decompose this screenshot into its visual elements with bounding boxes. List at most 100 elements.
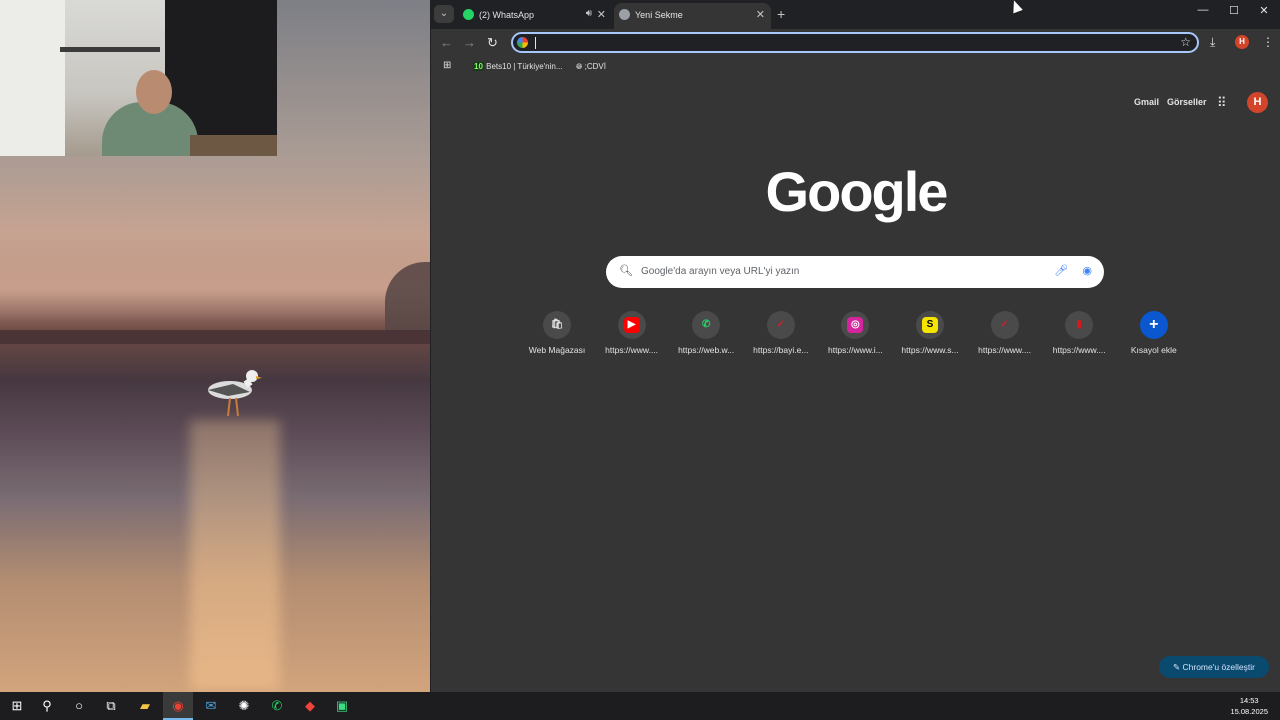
instagram-icon: ◎ — [847, 317, 864, 333]
shortcut-tile[interactable]: ✓ https://bayi.e... — [745, 311, 817, 355]
google-icon — [517, 37, 528, 48]
mail-icon[interactable]: ✉ — [196, 692, 226, 720]
customize-label: Chrome'u özelleştir — [1182, 662, 1255, 672]
webcam-overlay — [0, 0, 277, 156]
forward-icon[interactable]: → — [463, 35, 476, 50]
close-tab-icon[interactable]: ✕ — [597, 8, 606, 21]
shortcut-tile[interactable]: ◎ https://www.i... — [819, 311, 891, 355]
shortcut-label: https://www.... — [978, 345, 1032, 355]
google-logo: Google — [765, 160, 949, 223]
shortcut-tile[interactable]: Shttps://www.s... — [894, 311, 966, 355]
shortcut-label: https://www.... — [605, 345, 659, 355]
s-logo-icon: S — [922, 317, 938, 333]
menu-kebab-icon[interactable]: ⋮ — [1262, 35, 1274, 49]
shortcut-label: Kısayol ekle — [1130, 345, 1177, 355]
search-placeholder: Google'da arayın veya URL'yi yazın — [641, 266, 800, 277]
reload-icon[interactable]: ↻ — [487, 35, 498, 51]
tab-title: (2) WhatsApp — [479, 10, 535, 20]
shoreline — [0, 330, 430, 344]
cortana-icon[interactable]: ○ — [64, 692, 94, 720]
toolbar: ← → ↻ ☆ ⤓ H ⋮ — [431, 29, 1280, 57]
seagull-image — [208, 370, 262, 417]
sky-haze — [0, 240, 430, 320]
checkmark-icon: ✓ — [1000, 319, 1009, 330]
tab-strip: ⌄ (2) WhatsApp 🔊︎ ✕ Yeni Sekme ✕ + — ☐ ✕ — [431, 0, 1280, 29]
account-avatar[interactable]: H — [1247, 92, 1268, 113]
globe-icon: 🌐︎ — [576, 62, 583, 71]
checkmark-icon: ✓ — [776, 319, 785, 330]
shortcut-icon-circle: ✓ — [766, 311, 795, 339]
clock-time: 14:53 — [1239, 696, 1259, 705]
bookmarks-bar: ⊞ 10 Bets10 | Türkiye'nin... 🌐︎ ;CDVİ — [431, 57, 1280, 77]
shortcut-tile[interactable]: ✆ https://web.w... — [670, 311, 742, 355]
whatsapp-icon[interactable]: ✆ — [262, 692, 292, 720]
webcam-desk — [190, 135, 277, 156]
new-tab-button[interactable]: + — [777, 6, 785, 22]
chatgpt-icon[interactable]: ✺ — [229, 692, 259, 720]
red-square-icon: ▮ — [1076, 319, 1082, 330]
system-clock[interactable]: 14:53 15.08.2025 — [1230, 695, 1268, 717]
apps-grid-icon[interactable]: ⊞ — [443, 60, 451, 71]
address-bar[interactable]: ☆ — [511, 32, 1199, 53]
webcam-person-head — [136, 70, 172, 114]
webcam-window — [0, 0, 65, 156]
minimize-button[interactable]: — — [1188, 4, 1218, 16]
back-icon[interactable]: ← — [440, 35, 453, 50]
maximize-button[interactable]: ☐ — [1219, 4, 1249, 17]
bookmark-star-icon[interactable]: ☆ — [1180, 35, 1191, 49]
anydesk-icon[interactable]: ◆ — [295, 692, 325, 720]
taskbar: ⊞ ⚲ ○ ⧉ ▰ ◉ ✉ ✺ ✆ ◆ ▣ 14:53 15.08.2025 — [0, 692, 1280, 720]
shortcut-icon-circle: ✆ — [692, 311, 721, 339]
gmail-link[interactable]: Gmail — [1134, 97, 1159, 107]
shortcut-tile[interactable]: + Kısayol ekle — [1118, 311, 1190, 355]
chrome-icon[interactable]: ◉ — [163, 692, 193, 720]
bookmark-label: Bets10 | Türkiye'nin... — [486, 62, 563, 71]
shortcut-label: Web Mağazası — [528, 345, 586, 355]
file-explorer-icon[interactable]: ▰ — [130, 692, 160, 720]
chrome-window: ⌄ (2) WhatsApp 🔊︎ ✕ Yeni Sekme ✕ + — ☐ ✕… — [431, 0, 1280, 692]
clock-date: 15.08.2025 — [1230, 707, 1268, 716]
task-view-icon[interactable]: ⧉ — [96, 692, 126, 720]
shortcut-icon-circle: 🛍 — [543, 311, 571, 339]
images-link[interactable]: Görseller — [1167, 97, 1207, 107]
search-box[interactable]: 🔍︎ Google'da arayın veya URL'yi yazın 🎤︎… — [606, 256, 1104, 288]
plus-icon: + — [1149, 316, 1159, 333]
google-apps-icon[interactable]: ⠿ — [1217, 95, 1227, 111]
desktop-wallpaper — [0, 0, 430, 692]
webcam-wall-rack — [60, 47, 160, 52]
shortcut-tile[interactable]: 🛍 Web Mağazası — [521, 311, 593, 355]
shortcut-icon-circle: ▮ — [1065, 311, 1094, 339]
close-tab-icon[interactable]: ✕ — [756, 8, 765, 21]
google-lens-icon[interactable]: ◉ — [1082, 264, 1092, 277]
close-window-button[interactable]: ✕ — [1249, 4, 1279, 17]
sun-reflection — [190, 420, 280, 690]
speaker-icon[interactable]: 🔊︎ — [586, 8, 592, 19]
shortcut-label: https://www.... — [1052, 345, 1106, 355]
download-icon[interactable]: ⤓ — [1210, 35, 1215, 50]
text-cursor — [535, 37, 536, 49]
shortcut-icon-circle: S — [916, 311, 944, 339]
microphone-icon[interactable]: 🎤︎ — [1054, 264, 1068, 277]
search-icon[interactable]: ⚲ — [32, 692, 62, 720]
bookmark-cdvi[interactable]: 🌐︎ ;CDVİ — [576, 62, 606, 72]
shortcut-label: https://bayi.e... — [753, 345, 809, 355]
tab-whatsapp[interactable]: (2) WhatsApp 🔊︎ ✕ — [458, 3, 612, 29]
shortcut-tile[interactable]: ▮ https://www.... — [1043, 311, 1115, 355]
customize-chrome-button[interactable]: ✎ Chrome'u özelleştir — [1159, 656, 1269, 678]
shortcut-icon-circle: ◎ — [841, 311, 870, 339]
windows-start-icon[interactable]: ⊞ — [2, 692, 32, 720]
shortcut-icon-circle: + — [1139, 311, 1168, 339]
shortcut-label: https://web.w... — [678, 345, 735, 355]
profile-avatar[interactable]: H — [1235, 35, 1249, 49]
tab-search-button[interactable]: ⌄ — [434, 5, 454, 23]
bookmark-label: ;CDVİ — [584, 62, 606, 71]
shortcut-tile[interactable]: ✓ https://www.... — [969, 311, 1041, 355]
android-icon[interactable]: ▣ — [327, 692, 357, 720]
pencil-icon: ✎ — [1173, 662, 1181, 672]
bookmark-bets10[interactable]: 10 Bets10 | Türkiye'nin... — [473, 62, 563, 71]
whatsapp-icon — [463, 9, 474, 20]
web-store-icon: 🛍 — [550, 319, 564, 330]
tab-new-tab[interactable]: Yeni Sekme ✕ — [614, 3, 771, 29]
shortcut-tile[interactable]: ▶ https://www.... — [596, 311, 668, 355]
shortcut-label: https://www.s... — [901, 345, 959, 355]
